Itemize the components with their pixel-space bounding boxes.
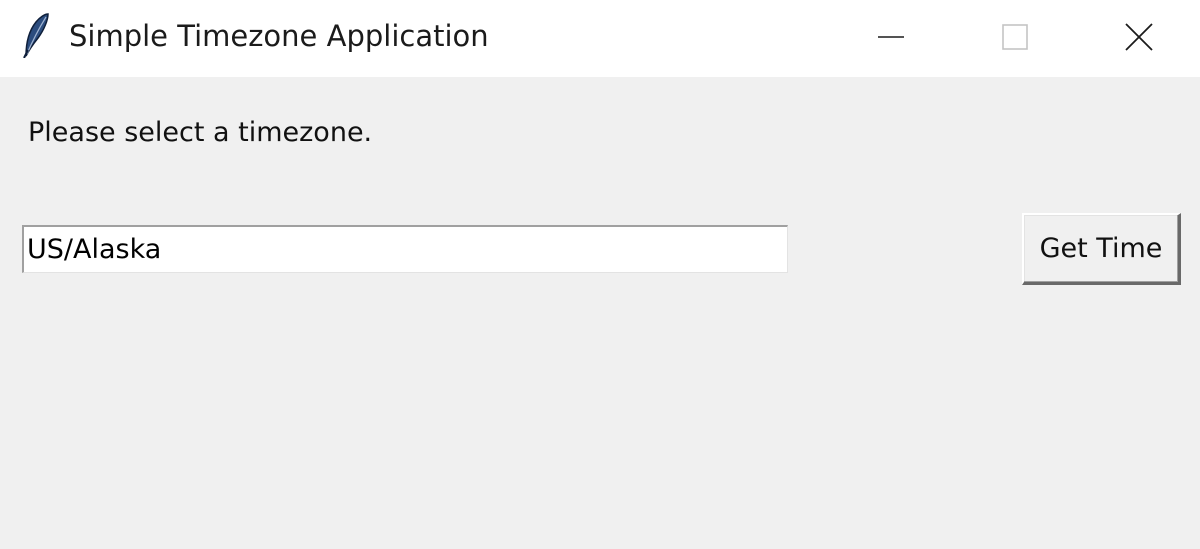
close-icon	[1124, 22, 1154, 56]
app-window: Simple Timezone Application Please selec…	[0, 0, 1200, 549]
get-time-button[interactable]: Get Time	[1022, 213, 1181, 285]
maximize-button[interactable]	[953, 0, 1077, 77]
feather-icon	[20, 12, 50, 59]
window-title: Simple Timezone Application	[69, 19, 489, 53]
timezone-input[interactable]	[22, 225, 788, 273]
title-bar[interactable]: Simple Timezone Application	[0, 0, 1200, 77]
minimize-icon	[877, 23, 905, 55]
close-button[interactable]	[1077, 0, 1200, 77]
main-content: Please select a timezone. Get Time	[0, 77, 1200, 549]
prompt-label: Please select a timezone.	[28, 117, 373, 148]
minimize-button[interactable]	[829, 0, 953, 77]
maximize-icon	[1001, 23, 1029, 55]
